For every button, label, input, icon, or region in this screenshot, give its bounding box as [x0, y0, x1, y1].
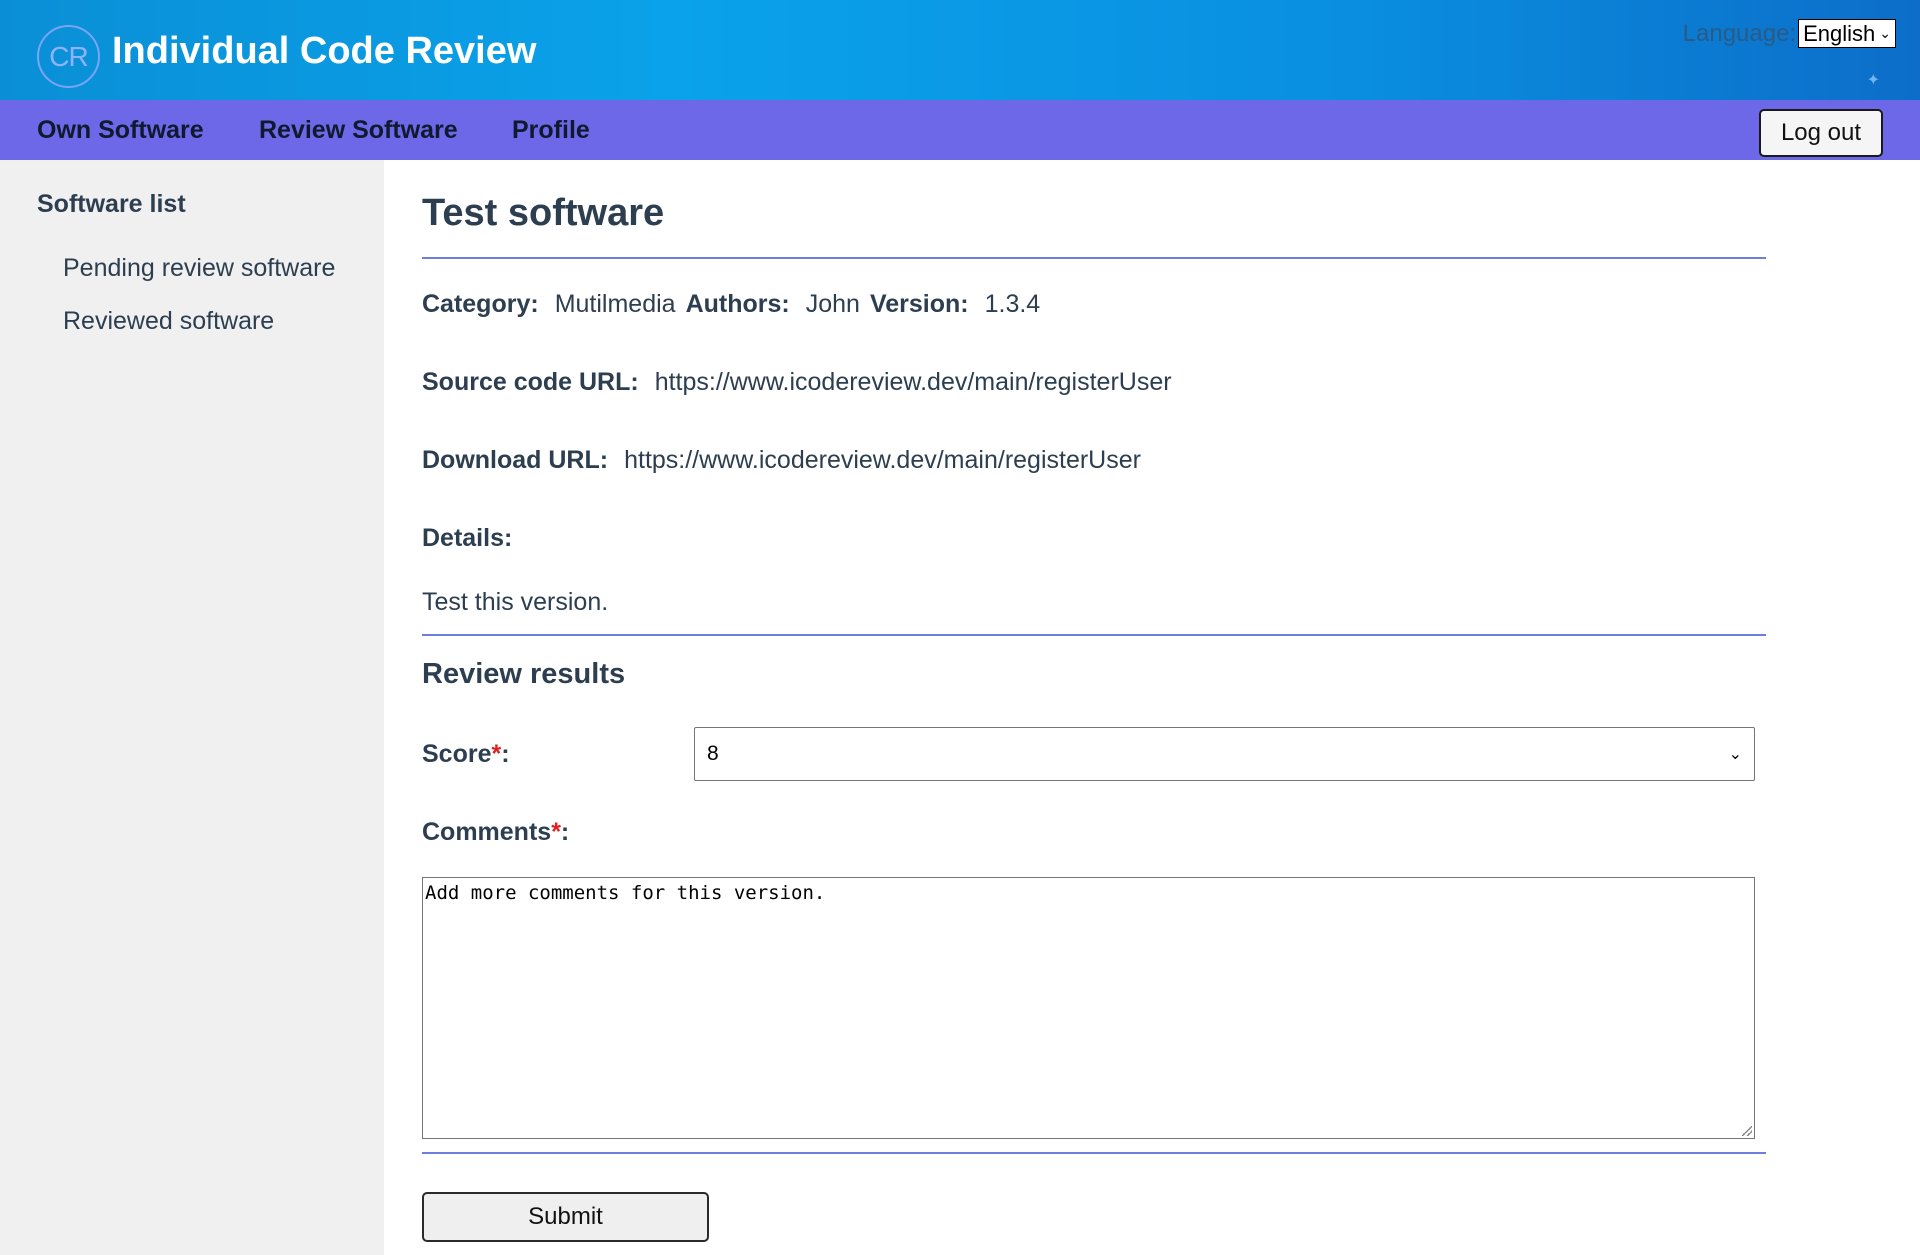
page-title: Test software: [422, 192, 665, 234]
logout-button[interactable]: Log out: [1759, 109, 1883, 157]
app-title: Individual Code Review: [112, 30, 537, 72]
chevron-down-icon: ⌄: [1879, 25, 1891, 41]
nav-profile[interactable]: Profile: [512, 116, 590, 145]
language-select[interactable]: English ⌄: [1798, 19, 1896, 48]
chevron-down-icon: ⌄: [1728, 746, 1742, 763]
sidebar-item-reviewed[interactable]: Reviewed software: [63, 307, 274, 336]
required-mark: *: [551, 818, 561, 846]
review-results-title: Review results: [422, 658, 626, 690]
details-label: Details:: [422, 524, 513, 552]
sidebar: Software list Pending review software Re…: [0, 160, 384, 1255]
download-url-row: Download URL: https://www.icodereview.dev…: [422, 446, 1151, 475]
comments-value: Add more comments for this version.: [425, 882, 826, 904]
top-nav: Own Software Review Software Profile Log…: [0, 100, 1920, 160]
language-switcher: Language: English ⌄: [1683, 19, 1896, 48]
category-value: Mutilmedia: [554, 290, 676, 318]
divider: [422, 1152, 1766, 1154]
required-mark: *: [491, 740, 502, 768]
source-url-label: Source code URL:: [422, 368, 639, 396]
submit-button[interactable]: Submit: [422, 1192, 709, 1242]
logo-icon: CR: [37, 25, 100, 88]
sidebar-title: Software list: [37, 190, 186, 218]
sidebar-item-pending-review[interactable]: Pending review software: [63, 254, 335, 283]
details-text: Test this version.: [422, 588, 609, 616]
comments-label: Comments*:: [422, 818, 570, 846]
authors-value: John: [805, 290, 860, 318]
nav-own-software[interactable]: Own Software: [37, 116, 204, 145]
download-url-value: https://www.icodereview.dev/main/registe…: [624, 446, 1141, 474]
divider: [422, 634, 1766, 636]
authors-label: Authors:: [685, 290, 790, 318]
download-url-label: Download URL:: [422, 446, 609, 474]
comments-textarea[interactable]: Add more comments for this version.: [422, 877, 1755, 1139]
comments-row: Comments*:: [422, 818, 569, 847]
score-label: Score*:: [422, 740, 510, 768]
version-value: 1.3.4: [984, 290, 1041, 318]
resize-handle-icon[interactable]: [1742, 1126, 1752, 1136]
score-select[interactable]: 8 ⌄: [694, 727, 1755, 781]
source-url-row: Source code URL: https://www.icodereview.…: [422, 368, 1182, 397]
details-row: Details:: [422, 524, 512, 553]
source-url-value: https://www.icodereview.dev/main/registe…: [654, 368, 1172, 396]
meta-row: Category: Mutilmedia Authors: John Version: 1…: [422, 290, 1050, 319]
version-label: Version:: [869, 290, 969, 318]
app-header: CR Individual Code Review Language: Engl…: [0, 0, 1920, 100]
score-row: Score*:: [422, 740, 510, 769]
language-value: English: [1803, 20, 1876, 46]
score-value: 8: [707, 742, 719, 765]
sparkle-decoration-icon: ✦: [1866, 70, 1880, 89]
category-label: Category:: [422, 290, 539, 318]
language-label: Language:: [1682, 19, 1797, 47]
divider: [422, 257, 1766, 259]
nav-review-software[interactable]: Review Software: [259, 116, 458, 145]
